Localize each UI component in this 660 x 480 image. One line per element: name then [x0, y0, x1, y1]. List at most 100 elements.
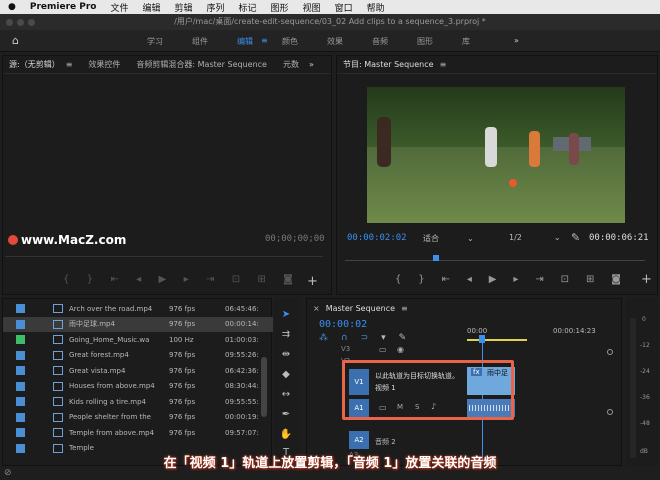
add-button-icon[interactable]: +	[641, 272, 652, 287]
tab-editing[interactable]: 编辑	[237, 36, 253, 47]
label-color-swatch[interactable]	[16, 428, 25, 437]
timeline-timecode[interactable]: 00:00:02	[319, 319, 367, 330]
track-v3-eye-icon[interactable]: ◉	[397, 345, 404, 354]
go-to-out-icon[interactable]: ⇥	[535, 274, 543, 285]
menu-markers[interactable]: 标记	[239, 1, 257, 14]
mark-out-icon[interactable]: }	[87, 274, 93, 285]
export-frame-icon[interactable]: ◙	[611, 274, 621, 285]
tab-libraries[interactable]: 库	[462, 36, 470, 47]
pen-tool-icon[interactable]: ✒	[279, 408, 293, 422]
more-workspaces-icon[interactable]: »	[514, 36, 519, 45]
project-row[interactable]: Temple from above.mp4 976 fps 09:57:07:	[3, 425, 273, 440]
source-more-icon[interactable]: »	[309, 60, 314, 69]
add-marker-icon[interactable]: ▾	[381, 333, 386, 343]
settings-wrench-icon[interactable]: ✎	[399, 333, 407, 343]
project-row[interactable]: Great forest.mp4 976 fps 09:55:26:	[3, 348, 273, 363]
menu-sequence[interactable]: 序列	[207, 1, 225, 14]
menu-file[interactable]: 文件	[110, 1, 128, 14]
step-back-icon[interactable]: ◂	[136, 274, 141, 285]
nest-icon[interactable]: ⁂	[319, 333, 328, 343]
menu-clip[interactable]: 剪辑	[175, 1, 193, 14]
track-scroll-knob[interactable]	[607, 349, 613, 355]
status-icon[interactable]: ⊘	[4, 468, 12, 478]
tab-metadata[interactable]: 元数	[283, 59, 299, 70]
menu-edit[interactable]: 编辑	[142, 1, 160, 14]
ripple-edit-tool-icon[interactable]: ⇹	[279, 348, 293, 362]
program-title[interactable]: 节目: Master Sequence	[343, 59, 434, 70]
snap-icon[interactable]: ∩	[341, 333, 348, 343]
menu-window[interactable]: 窗口	[335, 1, 353, 14]
label-color-swatch[interactable]	[16, 335, 25, 344]
label-color-swatch[interactable]	[16, 381, 25, 391]
playhead-marker[interactable]	[433, 255, 439, 261]
wrench-icon[interactable]: ✎	[571, 231, 580, 244]
project-row[interactable]: People shelter from the 976 fps 00:00:19:	[3, 410, 273, 425]
step-forward-icon[interactable]: ▸	[184, 274, 189, 285]
program-scrubber[interactable]	[345, 255, 645, 266]
extract-icon[interactable]: ⊞	[586, 274, 594, 285]
close-icon[interactable]: ×	[313, 304, 320, 313]
program-timecode[interactable]: 00:00:02:02	[347, 233, 407, 243]
workspace-menu-icon[interactable]: ≡	[261, 36, 268, 45]
razor-tool-icon[interactable]: ◆	[279, 368, 293, 382]
project-row[interactable]: Arch over the road.mp4 976 fps 06:45:46:	[3, 301, 273, 316]
project-row[interactable]: Going_Home_Music.wa 100 Hz 01:00:03:	[3, 332, 273, 347]
track-select-tool-icon[interactable]: ⇉	[279, 328, 293, 342]
selection-tool-icon[interactable]: ➤	[279, 308, 293, 322]
tab-graphics[interactable]: 图形	[417, 36, 433, 47]
go-to-in-icon[interactable]: ⇤	[442, 274, 450, 285]
project-row[interactable]: Great vista.mp4 976 fps 06:42:36:	[3, 363, 273, 378]
mark-in-icon[interactable]: {	[63, 274, 69, 285]
track-scroll-knob-2[interactable]	[607, 409, 613, 415]
home-icon[interactable]: ⌂	[12, 34, 19, 47]
track-v3-label[interactable]: V3	[341, 345, 350, 353]
timeline-menu-icon[interactable]: ≡	[401, 304, 408, 313]
menu-view[interactable]: 视图	[303, 1, 321, 14]
fit-dropdown[interactable]: 适合 ⌄	[423, 233, 474, 244]
app-menu[interactable]: Premiere Pro	[30, 2, 97, 12]
source-menu-icon[interactable]: ≡	[66, 60, 73, 69]
label-color-swatch[interactable]	[16, 397, 25, 406]
export-frame-icon[interactable]: ◙	[283, 274, 293, 285]
play-icon[interactable]: ▶	[159, 274, 167, 285]
step-back-icon[interactable]: ◂	[467, 274, 472, 285]
go-to-in-icon[interactable]: ⇤	[110, 274, 118, 285]
tab-source[interactable]: 源:（无剪辑）	[9, 59, 60, 70]
mark-out-icon[interactable]: }	[418, 274, 424, 285]
go-to-out-icon[interactable]: ⇥	[206, 274, 214, 285]
sequence-tab[interactable]: Master Sequence	[326, 304, 395, 313]
label-color-swatch[interactable]	[16, 350, 25, 360]
tab-learn[interactable]: 学习	[147, 36, 163, 47]
tab-audio-mixer[interactable]: 音频剪辑混合器: Master Sequence	[136, 59, 267, 70]
label-color-swatch[interactable]	[16, 412, 25, 422]
tab-audio[interactable]: 音频	[372, 36, 388, 47]
play-icon[interactable]: ▶	[489, 274, 497, 285]
tab-color[interactable]: 颜色	[282, 36, 298, 47]
track-v3-camera-icon[interactable]: ▭	[379, 345, 387, 354]
track-a2-label[interactable]: A2	[349, 431, 369, 449]
hand-tool-icon[interactable]: ✋	[279, 428, 293, 442]
program-menu-icon[interactable]: ≡	[440, 60, 447, 69]
resolution-dropdown[interactable]: 1/2 ⌄	[509, 233, 561, 242]
add-button-icon[interactable]: +	[307, 274, 318, 289]
label-color-swatch[interactable]	[16, 319, 25, 329]
step-forward-icon[interactable]: ▸	[513, 274, 518, 285]
project-row[interactable]: Houses from above.mp4 976 fps 08:30:44:	[3, 379, 273, 394]
label-color-swatch[interactable]	[16, 304, 25, 313]
menu-graphics[interactable]: 图形	[271, 1, 289, 14]
insert-icon[interactable]: ⊡	[232, 274, 240, 285]
project-scrollbar[interactable]	[261, 357, 267, 417]
apple-icon[interactable]: ●	[8, 2, 16, 12]
menu-help[interactable]: 帮助	[367, 1, 385, 14]
project-row[interactable]: 雨中足球.mp4 976 fps 00:00:14:	[3, 316, 273, 332]
mark-in-icon[interactable]: {	[395, 274, 401, 285]
slip-tool-icon[interactable]: ↔	[279, 388, 293, 402]
tab-effect-controls[interactable]: 效果控件	[88, 59, 120, 70]
label-color-swatch[interactable]	[16, 443, 25, 453]
work-area-bar[interactable]	[467, 339, 527, 341]
overwrite-icon[interactable]: ⊞	[257, 274, 265, 285]
linked-selection-icon[interactable]: ⊃	[361, 333, 369, 343]
tab-assembly[interactable]: 组件	[192, 36, 208, 47]
video-frame[interactable]	[367, 87, 625, 223]
project-row[interactable]: Kids rolling a tire.mp4 976 fps 09:55:55:	[3, 394, 273, 409]
